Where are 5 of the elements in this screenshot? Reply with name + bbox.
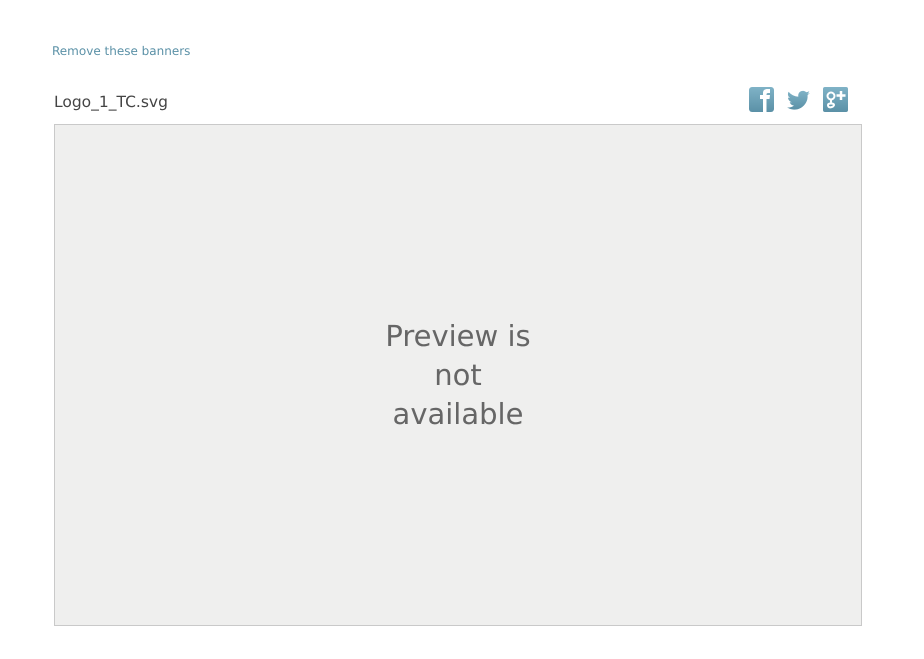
- preview-message: Preview is not available: [384, 318, 532, 432]
- file-name: Logo_1_TC.svg: [54, 93, 168, 113]
- google-plus-icon[interactable]: [823, 87, 848, 112]
- facebook-icon[interactable]: [749, 87, 774, 112]
- remove-banners-link[interactable]: Remove these banners: [52, 44, 190, 58]
